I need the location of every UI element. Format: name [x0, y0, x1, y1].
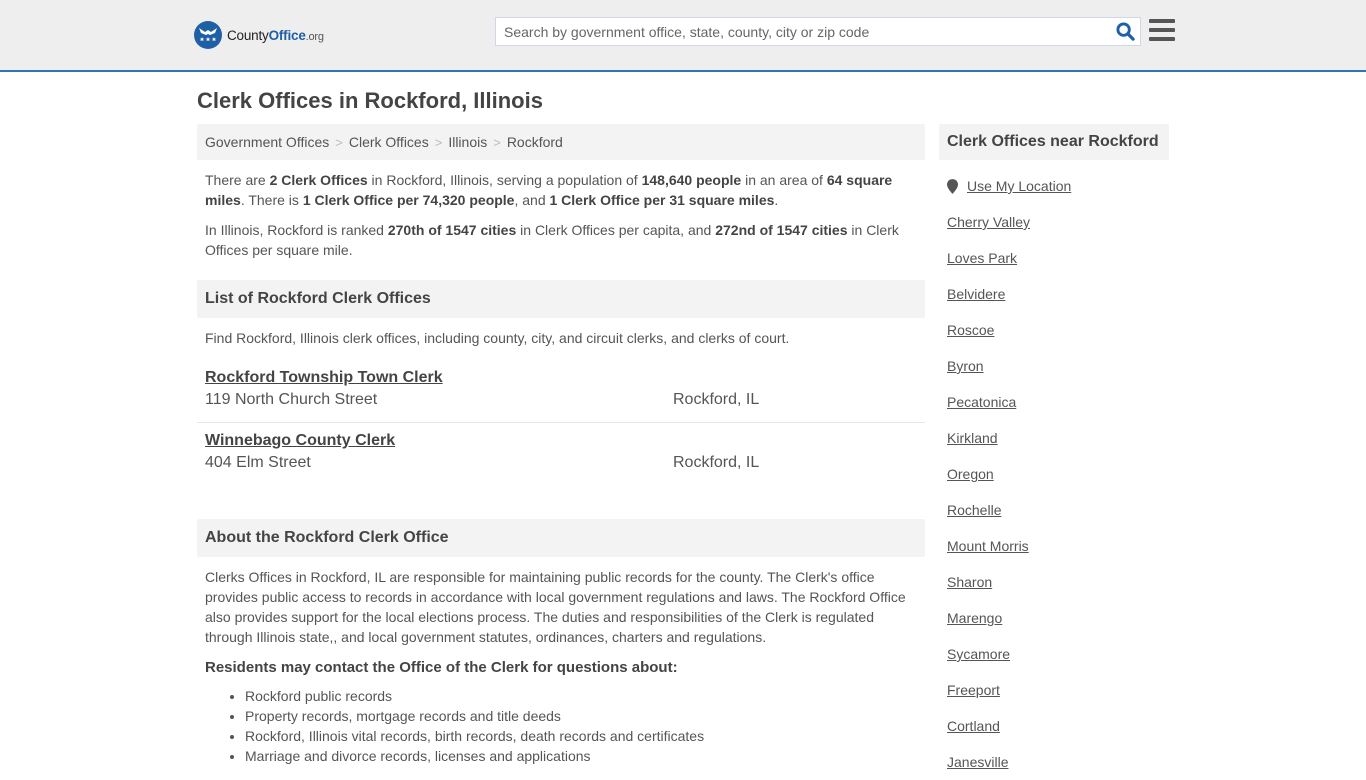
office-name-link[interactable]: Rockford Township Town Clerk — [205, 368, 443, 388]
nearby-city-link[interactable]: Janesville — [939, 744, 1169, 780]
site-logo[interactable]: CountyOffice.org — [194, 21, 324, 49]
office-list: Rockford Township Town Clerk 119 North C… — [197, 360, 925, 485]
office-name-link[interactable]: Winnebago County Clerk — [205, 431, 395, 451]
page-title: Clerk Offices in Rockford, Illinois — [197, 88, 543, 113]
nearby-city-link[interactable]: Kirkland — [939, 420, 1169, 456]
hamburger-menu-icon-bar — [1149, 19, 1175, 23]
nearby-city-link[interactable]: Rochelle — [939, 492, 1169, 528]
nearby-city-link[interactable]: Mount Morris — [939, 528, 1169, 564]
breadcrumb-illinois[interactable]: Illinois — [448, 134, 487, 150]
nearby-city-link[interactable]: Marengo — [939, 600, 1169, 636]
nearby-city-link[interactable]: Sycamore — [939, 636, 1169, 672]
residents-heading: Residents may contact the Office of the … — [205, 659, 678, 676]
search-button[interactable] — [1110, 18, 1140, 45]
sidebar: Clerk Offices near Rockford Use My Locat… — [939, 124, 1169, 780]
topic-item: Rockford, Illinois vital records, birth … — [245, 726, 925, 746]
nearby-city-link[interactable]: Byron — [939, 348, 1169, 384]
about-paragraph: Clerks Offices in Rockford, IL are respo… — [205, 569, 906, 645]
office-list-heading: List of Rockford Clerk Offices — [197, 280, 925, 318]
nearby-cities-list: Cherry Valley Loves Park Belvidere Rosco… — [939, 204, 1169, 780]
breadcrumb-clerk-offices[interactable]: Clerk Offices — [349, 134, 429, 150]
breadcrumb-rockford[interactable]: Rockford — [507, 134, 563, 150]
office-list-item: Winnebago County Clerk 404 Elm Street Ro… — [197, 422, 925, 485]
search-icon — [1115, 22, 1135, 41]
office-city: Rockford, IL — [673, 391, 760, 408]
topic-item: Rockford public records — [245, 686, 925, 706]
nearby-city-link[interactable]: Roscoe — [939, 312, 1169, 348]
sidebar-heading: Clerk Offices near Rockford — [939, 124, 1169, 160]
breadcrumb-separator: > — [434, 134, 443, 150]
topics-list: Rockford public records Property records… — [197, 686, 925, 766]
breadcrumb-government-offices[interactable]: Government Offices — [205, 134, 329, 150]
eagle-stars-logo-icon — [194, 21, 222, 49]
search-input[interactable] — [496, 18, 1110, 45]
use-location-row: Use My Location — [939, 177, 1169, 195]
nearby-city-link[interactable]: Freeport — [939, 672, 1169, 708]
nearby-city-link[interactable]: Pecatonica — [939, 384, 1169, 420]
summary-paragraph: There are 2 Clerk Offices in Rockford, I… — [205, 172, 893, 208]
hamburger-menu-icon-bar — [1149, 37, 1175, 41]
breadcrumb-separator: > — [493, 134, 501, 150]
logo-wordmark: CountyOffice.org — [227, 27, 324, 43]
breadcrumb: Government Offices > Clerk Offices > Ill… — [197, 124, 925, 160]
nearby-city-link[interactable]: Sharon — [939, 564, 1169, 600]
hamburger-menu-button[interactable] — [1149, 19, 1175, 41]
topic-item: Property records, mortgage records and t… — [245, 706, 925, 726]
nearby-city-link[interactable]: Belvidere — [939, 276, 1169, 312]
use-my-location-link[interactable]: Use My Location — [967, 178, 1071, 194]
office-list-intro: Find Rockford, Illinois clerk offices, i… — [205, 330, 790, 346]
main-content: Government Offices > Clerk Offices > Ill… — [197, 124, 925, 766]
nearby-city-link[interactable]: Oregon — [939, 456, 1169, 492]
topic-item: Marriage and divorce records, licenses a… — [245, 746, 925, 766]
about-heading: About the Rockford Clerk Office — [197, 519, 925, 557]
site-header: CountyOffice.org — [0, 0, 1366, 72]
search-box — [495, 17, 1141, 46]
ranking-paragraph: In Illinois, Rockford is ranked 270th of… — [205, 222, 899, 258]
office-list-item: Rockford Township Town Clerk 119 North C… — [197, 360, 925, 422]
nearby-city-link[interactable]: Loves Park — [939, 240, 1169, 276]
map-marker-icon — [947, 178, 958, 194]
office-address: 404 Elm Street — [205, 454, 311, 471]
office-address: 119 North Church Street — [205, 391, 378, 408]
office-city: Rockford, IL — [673, 454, 760, 471]
breadcrumb-separator: > — [335, 134, 343, 150]
nearby-city-link[interactable]: Cherry Valley — [939, 204, 1169, 240]
nearby-city-link[interactable]: Cortland — [939, 708, 1169, 744]
hamburger-menu-icon-bar — [1149, 28, 1175, 32]
